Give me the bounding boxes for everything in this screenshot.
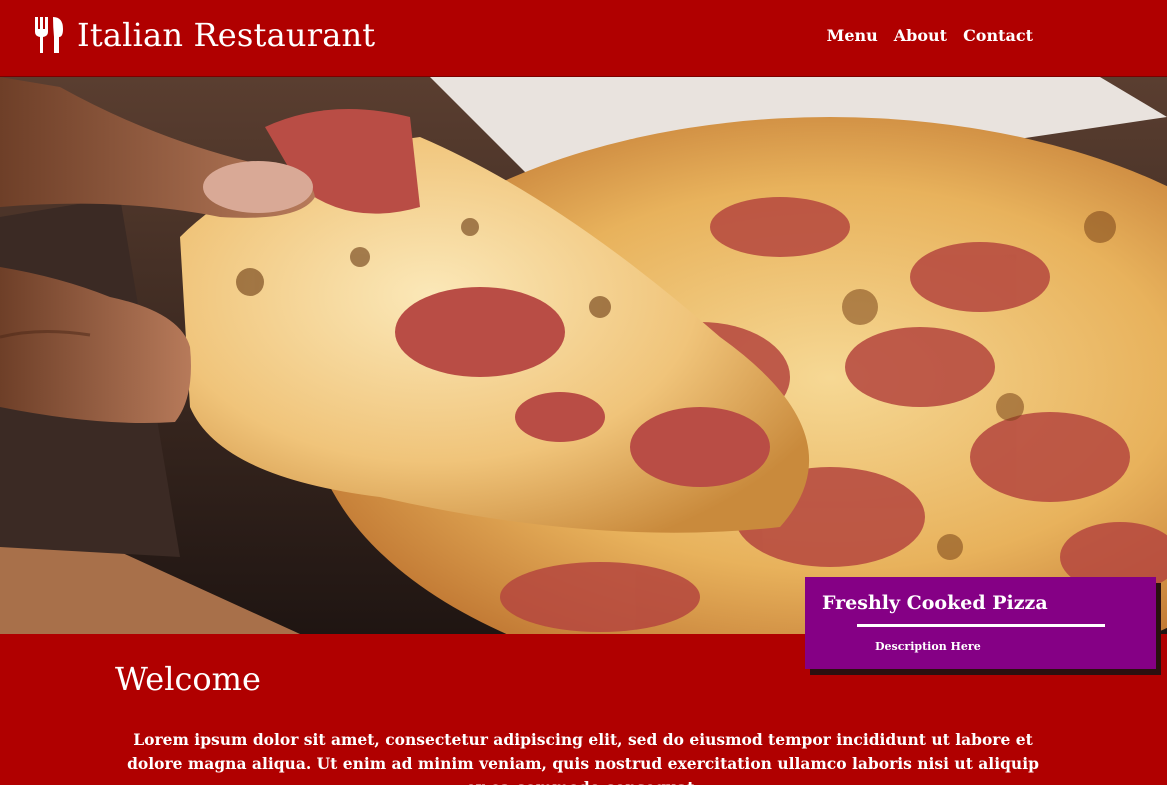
- main-nav: Menu About Contact: [827, 24, 1033, 48]
- welcome-text: Lorem ipsum dolor sit amet, consectetur …: [127, 730, 1039, 785]
- nav-about-link[interactable]: About: [894, 24, 947, 48]
- welcome-heading: Welcome: [115, 660, 261, 698]
- nav-menu-link[interactable]: Menu: [827, 24, 878, 48]
- caption-description: Description Here: [875, 640, 981, 653]
- hero-caption-card: Freshly Cooked Pizza Description Here: [805, 577, 1156, 669]
- brand-title: Italian Restaurant: [77, 16, 376, 54]
- caption-title: Freshly Cooked Pizza: [822, 592, 1048, 614]
- brand[interactable]: Italian Restaurant: [33, 11, 375, 59]
- caption-divider: [857, 624, 1105, 627]
- nav-contact-link[interactable]: Contact: [963, 24, 1033, 48]
- fork-spoon-icon: [33, 15, 65, 55]
- site-header: Italian Restaurant Menu About Contact: [0, 0, 1167, 77]
- hero-image: [0, 77, 1167, 634]
- pizza-photo: [0, 77, 1167, 634]
